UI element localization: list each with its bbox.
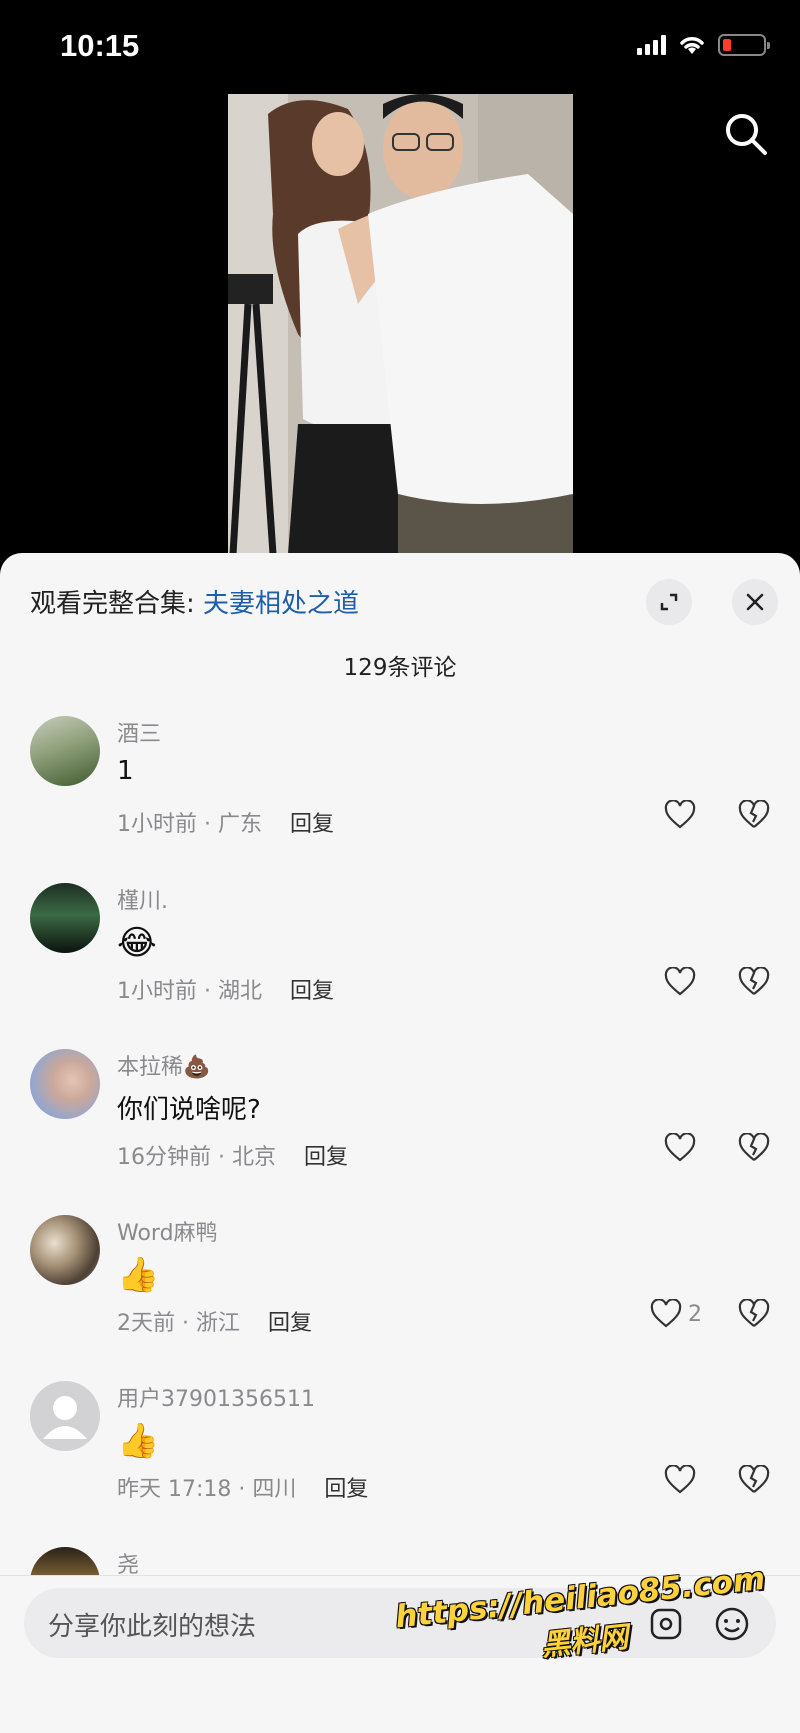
comment-username[interactable]: 酒三 xyxy=(117,716,161,748)
heart-icon xyxy=(664,800,696,829)
comment-item: 槿川. 😂 1小时前 · 湖北 回复 xyxy=(0,883,800,1049)
broken-heart-icon[interactable] xyxy=(738,1299,770,1329)
reply-button[interactable]: 回复 xyxy=(268,1311,312,1336)
comment-text: 👍 xyxy=(117,1255,160,1295)
avatar[interactable] xyxy=(30,1049,100,1119)
collection-name[interactable]: 夫妻相处之道 xyxy=(203,589,359,619)
comment-count: 129条评论 xyxy=(343,655,457,681)
heart-icon xyxy=(650,1299,682,1328)
comment-item: 本拉稀💩 你们说啥呢? 16分钟前 · 北京 回复 xyxy=(0,1049,800,1215)
broken-heart-icon[interactable] xyxy=(738,1133,770,1163)
close-icon xyxy=(746,593,764,611)
comment-meta: 1小时前 · 广东 回复 xyxy=(117,806,334,838)
comment-meta: 2天前 · 浙江 回复 xyxy=(117,1305,312,1337)
like-count: 2 xyxy=(688,1301,702,1327)
broken-heart-icon[interactable] xyxy=(738,800,770,830)
status-time: 10:15 xyxy=(60,28,140,63)
collection-link[interactable]: 观看完整合集: 夫妻相处之道 xyxy=(30,583,359,620)
comment-text: 😂 xyxy=(117,923,157,963)
comment-text: 你们说啥呢? xyxy=(117,1095,261,1125)
comment-item: 用户37901356511 👍 昨天 17:18 · 四川 回复 xyxy=(0,1381,800,1547)
status-icons xyxy=(637,34,770,56)
video-frame-image xyxy=(228,94,573,554)
close-button[interactable] xyxy=(732,579,778,625)
like-button[interactable] xyxy=(664,1465,702,1495)
expand-icon xyxy=(660,593,678,611)
comment-item: Word麻鸭 👍 2天前 · 浙江 回复 2 xyxy=(0,1215,800,1381)
reply-button[interactable]: 回复 xyxy=(304,1145,348,1170)
comment-panel: 观看完整合集: 夫妻相处之道 129条评论 酒三 1 1小时前 · 广东 回复 槿… xyxy=(0,553,800,1733)
comment-time-location: 1小时前 · 广东 xyxy=(117,812,262,837)
reply-button[interactable]: 回复 xyxy=(324,1477,368,1502)
comment-meta: 1小时前 · 湖北 回复 xyxy=(117,973,334,1005)
reply-button[interactable]: 回复 xyxy=(290,979,334,1004)
search-icon[interactable] xyxy=(722,110,770,158)
comment-text: 👍 xyxy=(117,1421,160,1461)
battery-icon xyxy=(718,34,770,56)
heart-icon xyxy=(664,1133,696,1162)
avatar[interactable] xyxy=(30,716,100,786)
avatar[interactable] xyxy=(30,883,100,953)
broken-heart-icon[interactable] xyxy=(738,1465,770,1495)
comment-time-location: 16分钟前 · 北京 xyxy=(117,1145,276,1170)
default-avatar-icon xyxy=(43,1396,87,1439)
collection-prefix: 观看完整合集: xyxy=(30,589,195,619)
like-button[interactable] xyxy=(664,1133,702,1163)
broken-heart-icon[interactable] xyxy=(738,967,770,997)
avatar[interactable] xyxy=(30,1215,100,1285)
like-button[interactable] xyxy=(664,800,702,830)
comment-username[interactable]: Word麻鸭 xyxy=(117,1215,218,1247)
comment-time-location: 昨天 17:18 · 四川 xyxy=(117,1477,297,1502)
comment-input-placeholder: 分享你此刻的想法 xyxy=(48,1612,257,1642)
comment-username[interactable]: 本拉稀💩 xyxy=(117,1049,210,1081)
heart-icon xyxy=(664,967,696,996)
like-button[interactable] xyxy=(664,967,702,997)
comment-username[interactable]: 槿川. xyxy=(117,883,168,915)
comment-meta: 昨天 17:18 · 四川 回复 xyxy=(117,1471,368,1503)
wifi-icon xyxy=(680,37,704,54)
avatar[interactable] xyxy=(30,1381,100,1451)
comment-username[interactable]: 用户37901356511 xyxy=(117,1381,315,1413)
like-button[interactable]: 2 xyxy=(650,1299,702,1329)
comment-meta: 16分钟前 · 北京 回复 xyxy=(117,1139,348,1171)
video-player[interactable] xyxy=(228,94,573,554)
comment-time-location: 1小时前 · 湖北 xyxy=(117,979,262,1004)
comment-text: 1 xyxy=(117,756,134,786)
status-bar: 10:15 xyxy=(0,0,800,95)
reply-button[interactable]: 回复 xyxy=(290,812,334,837)
comment-time-location: 2天前 · 浙江 xyxy=(117,1311,240,1336)
cellular-signal-icon xyxy=(637,35,666,55)
comment-item: 酒三 1 1小时前 · 广东 回复 xyxy=(0,716,800,882)
heart-icon xyxy=(664,1465,696,1494)
expand-button[interactable] xyxy=(646,579,692,625)
